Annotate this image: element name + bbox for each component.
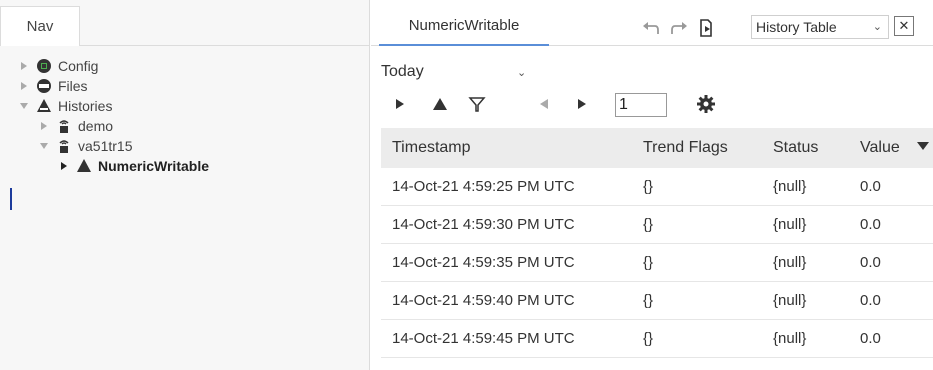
cell-timestamp: 14-Oct-21 4:59:25 PM UTC (392, 178, 575, 195)
device-icon (56, 138, 72, 154)
selection-indicator (10, 188, 12, 210)
cell-value: 0.0 (860, 178, 881, 195)
export-icon[interactable] (696, 18, 716, 38)
cell-timestamp: 14-Oct-21 4:59:45 PM UTC (392, 330, 575, 347)
filter-icon[interactable] (466, 93, 488, 115)
column-header-timestamp[interactable]: Timestamp (381, 139, 633, 157)
cell-trend-flags: {} (643, 216, 654, 233)
table-row[interactable]: 14-Oct-21 4:59:35 PM UTC {} {null} 0.0 (381, 244, 933, 282)
content-tabbar: NumericWritable History Table ⌄ ✕ (371, 6, 933, 46)
gear-icon[interactable] (695, 93, 717, 115)
cell-value: 0.0 (860, 292, 881, 309)
cell-trend-flags: {} (643, 254, 654, 271)
view-select[interactable]: History Table ⌄ (751, 15, 889, 39)
cell-status: {null} (773, 292, 807, 309)
close-button[interactable]: ✕ (894, 16, 914, 36)
undo-icon[interactable] (641, 18, 661, 38)
tree-item-histories[interactable]: Histories (0, 96, 370, 116)
caret-down-icon[interactable] (18, 100, 30, 112)
time-range-select[interactable]: Today ⌄ (381, 60, 531, 84)
caret-right-icon[interactable] (58, 160, 70, 172)
nav-tab[interactable]: Nav (0, 6, 80, 46)
caret-right-icon[interactable] (18, 60, 30, 72)
tree-item-label: va51tr15 (78, 138, 133, 154)
tree-item-numericwritable[interactable]: NumericWritable (0, 156, 370, 176)
redo-icon[interactable] (669, 18, 689, 38)
table-row[interactable]: 14-Oct-21 4:59:45 PM UTC {} {null} 0.0 (381, 320, 933, 358)
tree-item-files[interactable]: Files (0, 76, 370, 96)
cell-trend-flags: {} (643, 330, 654, 347)
table-row[interactable]: 14-Oct-21 4:59:40 PM UTC {} {null} 0.0 (381, 282, 933, 320)
history-icon (76, 158, 92, 174)
cell-timestamp: 14-Oct-21 4:59:40 PM UTC (392, 292, 575, 309)
delta-icon[interactable] (429, 93, 451, 115)
tree-item-va51tr15[interactable]: va51tr15 (0, 136, 370, 156)
cell-value: 0.0 (860, 216, 881, 233)
cell-value: 0.0 (860, 330, 881, 347)
nav-pane: Nav Config Files Histories demo va51tr15… (0, 0, 370, 370)
caret-right-icon[interactable] (38, 120, 50, 132)
cell-timestamp: 14-Oct-21 4:59:35 PM UTC (392, 254, 575, 271)
tree-item-label: demo (78, 118, 114, 134)
nav-tree: Config Files Histories demo va51tr15 Num… (0, 56, 370, 176)
device-icon (56, 118, 72, 134)
next-page-icon[interactable] (571, 93, 593, 115)
cell-status: {null} (773, 254, 807, 271)
caret-down-icon[interactable] (38, 140, 50, 152)
histories-icon (36, 98, 52, 114)
cell-trend-flags: {} (643, 292, 654, 309)
tree-item-label: NumericWritable (98, 158, 209, 174)
column-menu-icon[interactable] (917, 138, 929, 156)
play-icon[interactable] (389, 93, 411, 115)
chevron-down-icon: ⌄ (872, 21, 882, 33)
table-row[interactable]: 14-Oct-21 4:59:30 PM UTC {} {null} 0.0 (381, 206, 933, 244)
cell-trend-flags: {} (643, 178, 654, 195)
files-icon (36, 78, 52, 94)
page-number-input[interactable] (615, 93, 667, 117)
cell-status: {null} (773, 178, 807, 195)
tree-item-config[interactable]: Config (0, 56, 370, 76)
cell-value: 0.0 (860, 254, 881, 271)
table-row[interactable]: 14-Oct-21 4:59:25 PM UTC {} {null} 0.0 (381, 168, 933, 206)
cell-timestamp: 14-Oct-21 4:59:30 PM UTC (392, 216, 575, 233)
nav-tabbar: Nav (0, 6, 370, 46)
config-icon (36, 58, 52, 74)
prev-page-icon[interactable] (533, 93, 555, 115)
column-header-trend-flags[interactable]: Trend Flags (633, 139, 763, 157)
time-range-value: Today (381, 63, 424, 80)
table-header: Timestamp Trend Flags Status Value (381, 128, 933, 168)
column-header-status[interactable]: Status (763, 139, 853, 157)
close-icon: ✕ (898, 18, 910, 33)
view-select-value: History Table (756, 19, 837, 35)
tree-item-label: Config (58, 58, 99, 74)
chevron-down-icon: ⌄ (517, 67, 527, 79)
tree-item-label: Histories (58, 98, 113, 114)
cell-status: {null} (773, 216, 807, 233)
tab-numericwritable[interactable]: NumericWritable (379, 6, 549, 46)
caret-right-icon[interactable] (18, 80, 30, 92)
tree-item-demo[interactable]: demo (0, 116, 370, 136)
tree-item-label: Files (58, 78, 88, 94)
cell-status: {null} (773, 330, 807, 347)
history-table: Timestamp Trend Flags Status Value 14-Oc… (381, 128, 933, 358)
content-pane: NumericWritable History Table ⌄ ✕ Today … (371, 0, 933, 370)
